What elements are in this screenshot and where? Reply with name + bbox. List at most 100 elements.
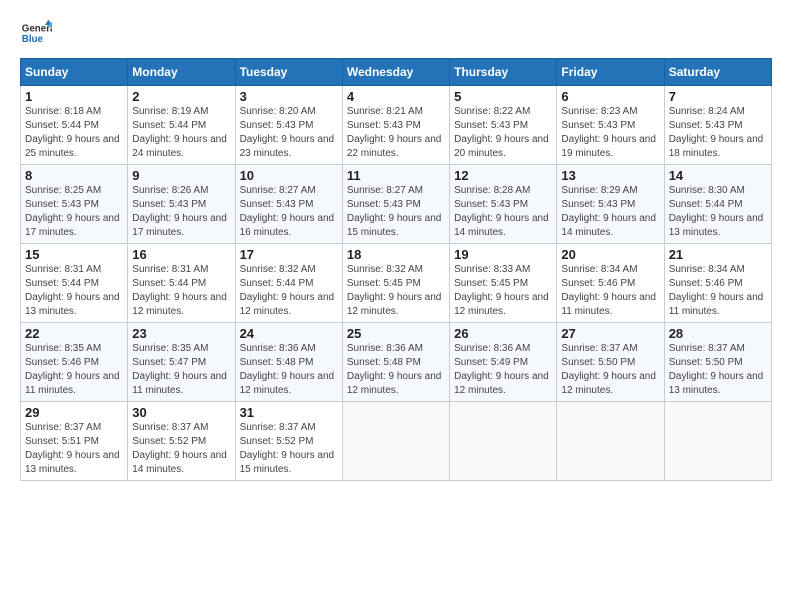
day-number: 29	[25, 405, 123, 420]
day-number: 15	[25, 247, 123, 262]
day-header-wednesday: Wednesday	[342, 59, 449, 86]
day-number: 25	[347, 326, 445, 341]
calendar-cell: 28Sunrise: 8:37 AMSunset: 5:50 PMDayligh…	[664, 323, 771, 402]
day-number: 21	[669, 247, 767, 262]
calendar-cell: 13Sunrise: 8:29 AMSunset: 5:43 PMDayligh…	[557, 165, 664, 244]
day-number: 30	[132, 405, 230, 420]
calendar-cell	[450, 402, 557, 481]
day-detail: Sunrise: 8:34 AMSunset: 5:46 PMDaylight:…	[669, 263, 767, 319]
day-number: 7	[669, 89, 767, 104]
day-number: 23	[132, 326, 230, 341]
calendar-cell: 16Sunrise: 8:31 AMSunset: 5:44 PMDayligh…	[128, 244, 235, 323]
day-detail: Sunrise: 8:27 AMSunset: 5:43 PMDaylight:…	[347, 184, 445, 240]
day-number: 10	[240, 168, 338, 183]
calendar-cell: 14Sunrise: 8:30 AMSunset: 5:44 PMDayligh…	[664, 165, 771, 244]
day-number: 31	[240, 405, 338, 420]
day-number: 4	[347, 89, 445, 104]
day-number: 6	[561, 89, 659, 104]
day-number: 18	[347, 247, 445, 262]
day-header-monday: Monday	[128, 59, 235, 86]
day-number: 28	[669, 326, 767, 341]
calendar-cell: 31Sunrise: 8:37 AMSunset: 5:52 PMDayligh…	[235, 402, 342, 481]
day-detail: Sunrise: 8:35 AMSunset: 5:47 PMDaylight:…	[132, 342, 230, 398]
calendar-cell: 12Sunrise: 8:28 AMSunset: 5:43 PMDayligh…	[450, 165, 557, 244]
day-detail: Sunrise: 8:30 AMSunset: 5:44 PMDaylight:…	[669, 184, 767, 240]
calendar-cell: 3Sunrise: 8:20 AMSunset: 5:43 PMDaylight…	[235, 86, 342, 165]
day-detail: Sunrise: 8:37 AMSunset: 5:51 PMDaylight:…	[25, 421, 123, 477]
day-detail: Sunrise: 8:26 AMSunset: 5:43 PMDaylight:…	[132, 184, 230, 240]
day-number: 16	[132, 247, 230, 262]
day-detail: Sunrise: 8:36 AMSunset: 5:48 PMDaylight:…	[240, 342, 338, 398]
day-number: 14	[669, 168, 767, 183]
day-detail: Sunrise: 8:20 AMSunset: 5:43 PMDaylight:…	[240, 105, 338, 161]
day-detail: Sunrise: 8:27 AMSunset: 5:43 PMDaylight:…	[240, 184, 338, 240]
day-number: 1	[25, 89, 123, 104]
day-number: 13	[561, 168, 659, 183]
day-number: 17	[240, 247, 338, 262]
day-detail: Sunrise: 8:31 AMSunset: 5:44 PMDaylight:…	[132, 263, 230, 319]
calendar-cell: 17Sunrise: 8:32 AMSunset: 5:44 PMDayligh…	[235, 244, 342, 323]
day-header-sunday: Sunday	[21, 59, 128, 86]
day-detail: Sunrise: 8:33 AMSunset: 5:45 PMDaylight:…	[454, 263, 552, 319]
day-detail: Sunrise: 8:37 AMSunset: 5:50 PMDaylight:…	[669, 342, 767, 398]
calendar-cell	[342, 402, 449, 481]
day-detail: Sunrise: 8:25 AMSunset: 5:43 PMDaylight:…	[25, 184, 123, 240]
day-detail: Sunrise: 8:23 AMSunset: 5:43 PMDaylight:…	[561, 105, 659, 161]
calendar-cell	[664, 402, 771, 481]
calendar-cell: 30Sunrise: 8:37 AMSunset: 5:52 PMDayligh…	[128, 402, 235, 481]
day-detail: Sunrise: 8:32 AMSunset: 5:45 PMDaylight:…	[347, 263, 445, 319]
day-number: 19	[454, 247, 552, 262]
logo-icon: General Blue	[20, 18, 52, 50]
day-detail: Sunrise: 8:18 AMSunset: 5:44 PMDaylight:…	[25, 105, 123, 161]
day-number: 12	[454, 168, 552, 183]
day-detail: Sunrise: 8:34 AMSunset: 5:46 PMDaylight:…	[561, 263, 659, 319]
logo: General Blue	[20, 18, 52, 50]
day-number: 27	[561, 326, 659, 341]
day-number: 26	[454, 326, 552, 341]
day-detail: Sunrise: 8:32 AMSunset: 5:44 PMDaylight:…	[240, 263, 338, 319]
calendar-cell: 24Sunrise: 8:36 AMSunset: 5:48 PMDayligh…	[235, 323, 342, 402]
svg-text:Blue: Blue	[22, 34, 44, 45]
calendar-cell: 27Sunrise: 8:37 AMSunset: 5:50 PMDayligh…	[557, 323, 664, 402]
day-detail: Sunrise: 8:36 AMSunset: 5:49 PMDaylight:…	[454, 342, 552, 398]
calendar-cell: 22Sunrise: 8:35 AMSunset: 5:46 PMDayligh…	[21, 323, 128, 402]
day-number: 3	[240, 89, 338, 104]
calendar-header-row: SundayMondayTuesdayWednesdayThursdayFrid…	[21, 59, 772, 86]
calendar-cell: 5Sunrise: 8:22 AMSunset: 5:43 PMDaylight…	[450, 86, 557, 165]
day-number: 24	[240, 326, 338, 341]
day-number: 20	[561, 247, 659, 262]
calendar-cell: 20Sunrise: 8:34 AMSunset: 5:46 PMDayligh…	[557, 244, 664, 323]
calendar-cell: 7Sunrise: 8:24 AMSunset: 5:43 PMDaylight…	[664, 86, 771, 165]
day-number: 22	[25, 326, 123, 341]
day-header-tuesday: Tuesday	[235, 59, 342, 86]
calendar-cell: 4Sunrise: 8:21 AMSunset: 5:43 PMDaylight…	[342, 86, 449, 165]
day-detail: Sunrise: 8:37 AMSunset: 5:52 PMDaylight:…	[240, 421, 338, 477]
day-detail: Sunrise: 8:28 AMSunset: 5:43 PMDaylight:…	[454, 184, 552, 240]
day-number: 9	[132, 168, 230, 183]
day-header-saturday: Saturday	[664, 59, 771, 86]
calendar-cell: 23Sunrise: 8:35 AMSunset: 5:47 PMDayligh…	[128, 323, 235, 402]
calendar-cell: 6Sunrise: 8:23 AMSunset: 5:43 PMDaylight…	[557, 86, 664, 165]
day-detail: Sunrise: 8:36 AMSunset: 5:48 PMDaylight:…	[347, 342, 445, 398]
day-detail: Sunrise: 8:21 AMSunset: 5:43 PMDaylight:…	[347, 105, 445, 161]
day-detail: Sunrise: 8:35 AMSunset: 5:46 PMDaylight:…	[25, 342, 123, 398]
calendar-cell	[557, 402, 664, 481]
day-detail: Sunrise: 8:24 AMSunset: 5:43 PMDaylight:…	[669, 105, 767, 161]
calendar-cell: 11Sunrise: 8:27 AMSunset: 5:43 PMDayligh…	[342, 165, 449, 244]
calendar-cell: 8Sunrise: 8:25 AMSunset: 5:43 PMDaylight…	[21, 165, 128, 244]
calendar-table: SundayMondayTuesdayWednesdayThursdayFrid…	[20, 58, 772, 481]
calendar-cell: 9Sunrise: 8:26 AMSunset: 5:43 PMDaylight…	[128, 165, 235, 244]
page-container: General Blue SundayMondayTuesdayWednesda…	[0, 0, 792, 491]
day-number: 8	[25, 168, 123, 183]
day-number: 11	[347, 168, 445, 183]
day-number: 2	[132, 89, 230, 104]
day-detail: Sunrise: 8:31 AMSunset: 5:44 PMDaylight:…	[25, 263, 123, 319]
calendar-cell: 2Sunrise: 8:19 AMSunset: 5:44 PMDaylight…	[128, 86, 235, 165]
calendar-cell: 21Sunrise: 8:34 AMSunset: 5:46 PMDayligh…	[664, 244, 771, 323]
day-detail: Sunrise: 8:37 AMSunset: 5:50 PMDaylight:…	[561, 342, 659, 398]
calendar-cell: 10Sunrise: 8:27 AMSunset: 5:43 PMDayligh…	[235, 165, 342, 244]
day-detail: Sunrise: 8:19 AMSunset: 5:44 PMDaylight:…	[132, 105, 230, 161]
calendar-cell: 26Sunrise: 8:36 AMSunset: 5:49 PMDayligh…	[450, 323, 557, 402]
day-detail: Sunrise: 8:29 AMSunset: 5:43 PMDaylight:…	[561, 184, 659, 240]
day-header-thursday: Thursday	[450, 59, 557, 86]
